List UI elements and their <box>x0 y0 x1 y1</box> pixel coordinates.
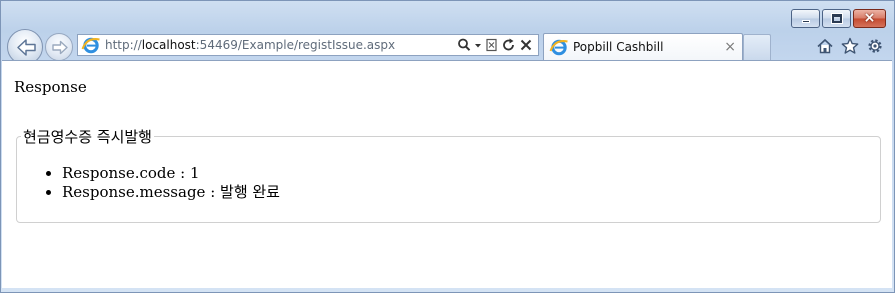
list-item: Response.message : 발행 완료 <box>62 183 880 202</box>
command-icons <box>809 37 884 55</box>
address-tools <box>455 36 534 54</box>
favorites-star-icon[interactable] <box>841 37 859 55</box>
minimize-icon <box>802 20 810 23</box>
result-value: 발행 완료 <box>220 183 280 201</box>
result-fieldset: 현금영수증 즉시발행 Response.code : 1 Response.me… <box>16 126 881 223</box>
close-icon: × <box>863 10 876 26</box>
search-icon[interactable] <box>456 36 472 54</box>
refresh-icon[interactable] <box>501 36 517 54</box>
maximize-icon <box>832 14 842 23</box>
tab-popbill-cashbill[interactable]: Popbill Cashbill × <box>543 33 743 60</box>
ie-logo-icon <box>549 37 569 57</box>
ie-logo-icon <box>81 35 101 55</box>
page-heading: Response <box>14 78 87 96</box>
result-value: 1 <box>190 164 200 182</box>
page-viewport: Response 현금영수증 즉시발행 Response.code : 1 Re… <box>2 60 892 288</box>
url-host: localhost <box>141 38 196 52</box>
new-tab-button[interactable] <box>743 34 771 60</box>
window-caption-buttons: × <box>789 9 886 28</box>
dropdown-arrow-icon[interactable] <box>473 36 483 54</box>
result-label: Response.code : <box>62 164 191 182</box>
url-path: :54469/Example/registIssue.aspx <box>195 38 396 52</box>
forward-button[interactable] <box>45 33 73 61</box>
result-label: Response.message : <box>62 183 221 201</box>
compatibility-view-icon[interactable] <box>484 36 500 54</box>
tab-close-button[interactable]: × <box>724 37 736 57</box>
browser-window: × http://localhost:54469/Example/registI… <box>0 0 895 293</box>
close-window-button[interactable]: × <box>853 9 886 28</box>
minimize-button[interactable] <box>791 9 820 28</box>
tab-title: Popbill Cashbill <box>573 40 664 54</box>
url-prefix: http:// <box>105 38 142 52</box>
stop-icon[interactable] <box>518 36 534 54</box>
list-item: Response.code : 1 <box>62 164 880 183</box>
gear-icon[interactable] <box>866 37 884 55</box>
address-bar[interactable]: http://localhost:54469/Example/registIss… <box>77 34 539 56</box>
forward-arrow-icon <box>52 40 68 55</box>
home-icon[interactable] <box>816 37 834 55</box>
fieldset-legend: 현금영수증 즉시발행 <box>23 128 152 146</box>
result-list: Response.code : 1 Response.message : 발행 … <box>45 164 880 202</box>
maximize-button[interactable] <box>822 9 851 28</box>
address-url[interactable]: http://localhost:54469/Example/registIss… <box>105 38 395 52</box>
